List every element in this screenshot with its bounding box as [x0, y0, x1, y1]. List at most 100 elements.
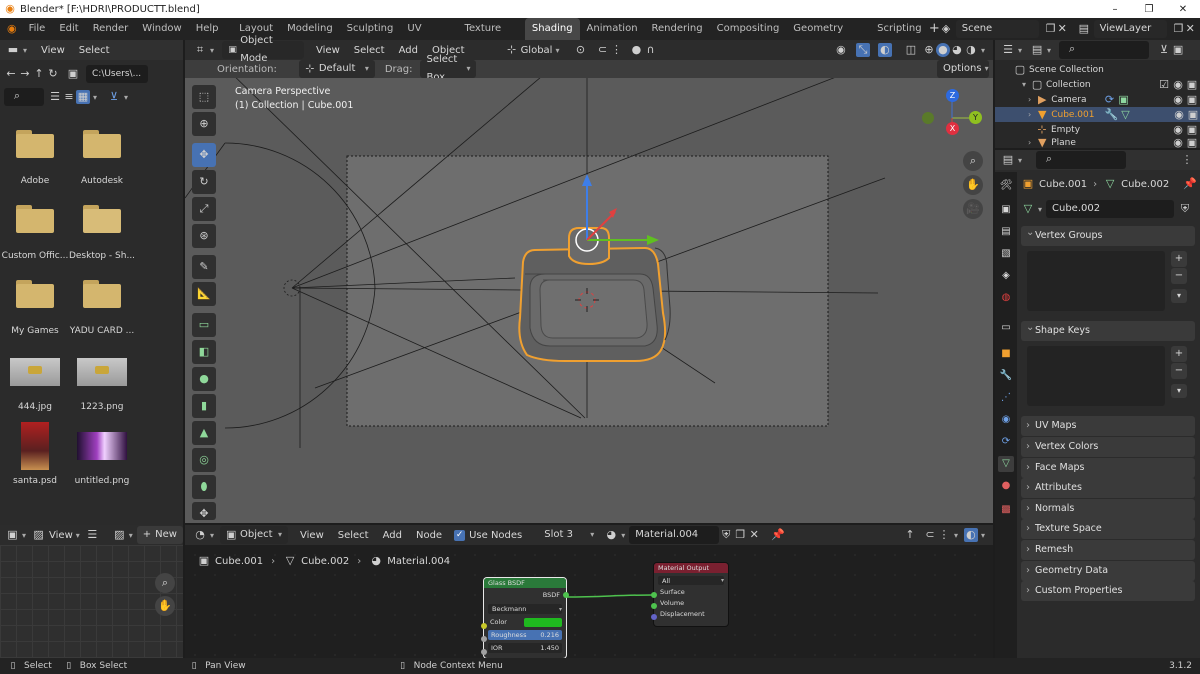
properties-options-icon[interactable]: ⋮: [1180, 153, 1194, 167]
solid-shading-icon[interactable]: ●: [935, 43, 950, 57]
menu-select[interactable]: Select: [338, 530, 369, 541]
file-item[interactable]: Desktop - Sh...: [67, 205, 137, 261]
particles-tab-icon[interactable]: ⋰: [998, 390, 1014, 406]
display-mode-icon[interactable]: ▤: [1030, 43, 1044, 57]
tool-add-sphere[interactable]: ●: [192, 367, 216, 391]
output-target-dropdown[interactable]: All ▾: [658, 576, 724, 585]
snap-icon[interactable]: ⊂: [595, 43, 609, 57]
tool-add-torus[interactable]: ◎: [192, 448, 216, 472]
navigation-axis-y[interactable]: Y: [969, 111, 982, 124]
menu-view[interactable]: View: [41, 45, 65, 56]
menu-window[interactable]: Window: [135, 18, 188, 40]
outliner-search-input[interactable]: ⌕: [1059, 41, 1150, 59]
pan-hand-icon[interactable]: ✋: [963, 175, 983, 195]
file-item[interactable]: Autodesk: [67, 130, 137, 186]
properties-search-input[interactable]: ⌕: [1036, 151, 1127, 169]
remove-shape-key-button[interactable]: −: [1171, 363, 1187, 379]
snap-mode-icon[interactable]: ⋮: [937, 528, 951, 542]
camera-render-icon[interactable]: ▣: [1186, 108, 1200, 122]
scene-tab-icon[interactable]: ◈: [998, 268, 1014, 284]
add-workspace-icon[interactable]: +: [929, 22, 941, 36]
3d-viewport[interactable]: ⌗ ▾ ▣ Object Mode View Select Add Object…: [185, 35, 993, 523]
rendered-shading-icon[interactable]: ◑: [964, 43, 978, 57]
file-item[interactable]: 444.jpg: [0, 358, 70, 412]
material-shading-icon[interactable]: ◕: [950, 43, 964, 57]
material-browse-icon[interactable]: ◕: [604, 528, 618, 542]
camera-render-icon[interactable]: ▣: [1185, 78, 1199, 92]
list-view-detail-icon[interactable]: ≡: [62, 90, 76, 104]
tool-scale[interactable]: ⤢: [192, 197, 216, 221]
material-name-field[interactable]: Material.004: [629, 526, 720, 544]
file-item[interactable]: untitled.png: [67, 432, 137, 486]
blender-menu-icon[interactable]: ◉: [6, 22, 18, 36]
snap-target-icon[interactable]: ⋮: [609, 43, 623, 57]
menu-add[interactable]: Add: [383, 530, 402, 541]
vertex-groups-list[interactable]: [1027, 251, 1165, 311]
menu-select[interactable]: Select: [354, 45, 385, 56]
filter-icon[interactable]: ⊻: [107, 90, 121, 104]
tool-add-cone[interactable]: ▲: [192, 421, 216, 445]
menu-select[interactable]: Select: [79, 45, 110, 56]
file-item[interactable]: My Games: [0, 280, 70, 336]
tab-texture-paint[interactable]: Texture Paint: [458, 18, 525, 56]
viewport-canvas[interactable]: Z Y X Camera Perspective (1) Collection …: [185, 78, 993, 523]
vertex-group-menu-button[interactable]: ▾: [1171, 289, 1187, 303]
shape-keys-list[interactable]: [1027, 346, 1165, 406]
panel-normals[interactable]: Normals: [1021, 499, 1195, 519]
panel-custom-properties[interactable]: Custom Properties: [1021, 581, 1195, 601]
view-layer-icon[interactable]: ▤: [1078, 22, 1090, 36]
minimize-button[interactable]: –: [1098, 4, 1132, 15]
outliner-row-cube[interactable]: › ▼ Cube.001 🔧 ▽ ◉ ▣: [995, 107, 1200, 122]
menu-help[interactable]: Help: [189, 18, 226, 40]
back-arrow-icon[interactable]: ←: [4, 67, 18, 81]
pin-icon[interactable]: 📌: [771, 528, 785, 542]
transform-orientation-value[interactable]: Global: [521, 45, 553, 56]
editor-type-icon[interactable]: ▣: [6, 528, 19, 542]
camera-render-icon[interactable]: ▣: [1185, 123, 1199, 137]
checkbox-icon[interactable]: ☑: [1157, 78, 1171, 92]
camera-view-icon[interactable]: 🎥: [963, 199, 983, 219]
eye-icon[interactable]: ◉: [1172, 108, 1186, 122]
physics-tab-icon[interactable]: ◉: [998, 412, 1014, 428]
glass-bsdf-node[interactable]: Glass BSDF BSDF Beckmann ▾ Color Roughne…: [481, 578, 569, 658]
collection-tab-icon[interactable]: ▭: [998, 320, 1014, 336]
shape-key-menu-button[interactable]: ▾: [1171, 384, 1187, 398]
proportional-edit-icon[interactable]: ●: [629, 43, 643, 57]
outliner-row-camera[interactable]: › ▶ Camera ⟳ ▣ ◉ ▣: [1025, 92, 1199, 107]
tab-compositing[interactable]: Compositing: [710, 18, 787, 40]
delete-view-layer-icon[interactable]: ✕: [1184, 22, 1196, 36]
hamburger-icon[interactable]: ☰: [86, 528, 99, 542]
list-view-icon[interactable]: ☰: [48, 90, 62, 104]
editor-type-icon[interactable]: ▤: [1001, 153, 1015, 167]
tool-add-cube[interactable]: ◧: [192, 340, 216, 364]
pan-hand-icon[interactable]: ✋: [155, 596, 175, 616]
navigation-axis-x[interactable]: X: [946, 122, 959, 135]
transform-orientation-icon[interactable]: ⊹: [505, 43, 519, 57]
object-tab-icon[interactable]: ■: [998, 346, 1014, 362]
tab-scripting[interactable]: Scripting: [870, 18, 928, 40]
material-output-node[interactable]: Material Output All ▾ Surface Volume Dis…: [651, 563, 728, 626]
copy-view-layer-icon[interactable]: ❐: [1173, 22, 1185, 36]
scene-selector[interactable]: Scene: [955, 20, 1039, 38]
menu-node[interactable]: Node: [416, 530, 442, 541]
filter-icon[interactable]: ⊻: [1157, 43, 1171, 57]
file-item[interactable]: YADU CARD ...: [67, 280, 137, 336]
gizmo-toggle-icon[interactable]: ⤡: [855, 43, 870, 57]
tool-add-extra[interactable]: ✥: [192, 502, 216, 520]
use-nodes-checkbox[interactable]: ✓ Use Nodes: [454, 529, 522, 541]
bsdf-output-socket[interactable]: [563, 592, 569, 598]
panel-uv-maps[interactable]: UV Maps: [1021, 416, 1195, 436]
panel-texture-space[interactable]: Texture Space: [1021, 519, 1195, 539]
constraints-tab-icon[interactable]: ⟳: [998, 434, 1014, 450]
menu-view[interactable]: View: [316, 45, 340, 56]
zoom-icon[interactable]: ⌕: [963, 151, 983, 171]
eye-icon[interactable]: ◉: [1171, 78, 1185, 92]
editor-type-icon[interactable]: ⌗: [193, 43, 207, 57]
panel-face-maps[interactable]: Face Maps: [1021, 458, 1195, 478]
drag-dropdown[interactable]: Select Box ▾: [420, 54, 477, 83]
view-layer-selector[interactable]: ViewLayer: [1093, 20, 1167, 38]
panel-vertex-colors[interactable]: Vertex Colors: [1021, 437, 1195, 457]
menu-edit[interactable]: Edit: [52, 18, 85, 40]
orientation-dropdown[interactable]: ⊹ Default ▾: [298, 60, 375, 78]
xray-icon[interactable]: ◫: [904, 43, 918, 57]
